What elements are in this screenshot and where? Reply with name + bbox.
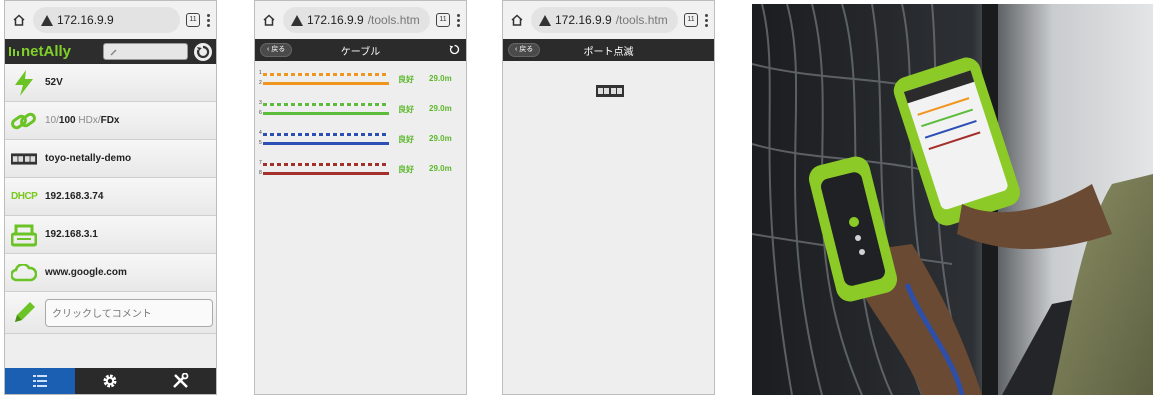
home-icon[interactable] (11, 12, 27, 28)
pencil-icon (110, 48, 117, 56)
tool-header: ‹ 戻る ケーブル (255, 39, 466, 61)
brand-name: netAlly (21, 43, 72, 60)
row-gateway[interactable]: 192.168.3.1 (5, 216, 216, 254)
reload-icon[interactable] (449, 44, 460, 55)
page-title: ポート点滅 (583, 46, 634, 58)
pencil-large-icon (11, 300, 37, 326)
back-button[interactable]: ‹ 戻る (260, 43, 293, 57)
row-internet[interactable]: www.google.com (5, 254, 216, 292)
warning-icon (291, 14, 303, 26)
pair-length: 29.0m (429, 164, 452, 173)
address-field[interactable]: 172.16.9.9/tools.htm (283, 7, 430, 33)
row-dhcp[interactable]: DHCP 192.168.3.74 (5, 178, 216, 216)
link-speed: 10/100 HDx/FDx (45, 115, 120, 126)
url-host: 172.16.9.9 (555, 13, 612, 27)
pair-length: 29.0m (429, 104, 452, 113)
row-poe[interactable]: 52V (5, 64, 216, 102)
lightning-icon (11, 69, 37, 96)
warning-icon (41, 14, 53, 26)
wire-solid (263, 142, 389, 145)
browser-url-bar: 172.16.9.9/tools.htm 11 (503, 1, 714, 39)
cable-pairs: 1 2 良好 29.0m 3 6 良好 29.0m 4 5 良好 29.0m 7 8 良好 29.0m (255, 61, 466, 201)
home-icon[interactable] (261, 12, 277, 28)
wire-striped (263, 73, 389, 76)
menu-kebab-icon[interactable] (206, 13, 210, 27)
pin-number: 6 (259, 110, 262, 116)
refresh-button[interactable] (194, 42, 212, 61)
back-button[interactable]: ‹ 戻る (508, 43, 541, 57)
pin-number: 7 (259, 160, 262, 166)
pair-length: 29.0m (429, 74, 452, 83)
tool-header: ‹ 戻る ポート点滅 (503, 39, 714, 61)
home-icon[interactable] (509, 12, 525, 28)
nav-list-button[interactable] (5, 368, 76, 394)
wire-solid (263, 112, 389, 115)
pin-number: 5 (259, 140, 262, 146)
nav-tools-button[interactable] (146, 368, 216, 394)
wire-solid (263, 172, 389, 175)
search-input[interactable] (103, 43, 188, 60)
back-label: 戻る (519, 46, 534, 53)
switch-icon (11, 146, 37, 172)
back-label: 戻る (271, 46, 286, 53)
phone-screen-status: 172.16.9.9 11 netAlly 52V 10/100 HDx/FDx (4, 0, 217, 395)
url-path: /tools.htm (615, 13, 668, 27)
cloud-icon (11, 260, 37, 286)
list-icon (33, 375, 48, 387)
url-host: 172.16.9.9 (307, 13, 364, 27)
poe-voltage: 52V (45, 77, 63, 88)
row-switch[interactable]: toyo-netally-demo (5, 140, 216, 178)
gateway-ip: 192.168.3.1 (45, 229, 98, 240)
browser-url-bar: 172.16.9.9/tools.htm 11 (255, 1, 466, 39)
tab-switcher-icon[interactable]: 11 (436, 13, 450, 27)
row-comment[interactable]: クリックしてコメント (5, 292, 216, 334)
logo-bars-icon (9, 47, 19, 56)
wire-solid (263, 82, 389, 85)
url-path: /tools.htm (367, 13, 420, 27)
dhcp-ip: 192.168.3.74 (45, 191, 104, 202)
address-field[interactable]: 172.16.9.9 (33, 7, 180, 33)
browser-url-bar: 172.16.9.9 11 (5, 1, 216, 39)
dhcp-label: DHCP (11, 191, 38, 202)
pair-length: 29.0m (429, 134, 452, 143)
wire-striped (263, 163, 389, 166)
refresh-icon (196, 45, 210, 58)
switch-name: toyo-netally-demo (45, 153, 132, 164)
comment-input[interactable]: クリックしてコメント (45, 298, 213, 327)
warning-icon (539, 14, 551, 26)
tools-icon (172, 373, 189, 388)
pair-status: 良好 (398, 135, 414, 144)
link-chain-icon (11, 108, 37, 134)
bottom-nav (5, 368, 216, 394)
url-text: 172.16.9.9 (57, 13, 114, 27)
web-host: www.google.com (45, 267, 127, 278)
gear-icon (103, 374, 117, 388)
pin-number: 2 (259, 80, 262, 86)
switch-blink-icon (596, 85, 624, 97)
pair-status: 良好 (398, 75, 414, 84)
phone-screen-cable: 172.16.9.9/tools.htm 11 ‹ 戻る ケーブル 1 2 良好 29… (254, 0, 467, 395)
pin-number: 4 (259, 130, 262, 136)
menu-kebab-icon[interactable] (456, 13, 460, 27)
menu-kebab-icon[interactable] (704, 13, 708, 27)
nav-settings-button[interactable] (75, 368, 145, 394)
router-icon (11, 222, 37, 248)
pin-number: 8 (259, 170, 262, 176)
address-field[interactable]: 172.16.9.9/tools.htm (531, 7, 678, 33)
netally-header: netAlly (5, 39, 216, 64)
page-title: ケーブル (340, 46, 381, 58)
wire-striped (263, 133, 389, 136)
pin-number: 1 (259, 70, 262, 76)
pin-number: 3 (259, 100, 262, 106)
netally-logo: netAlly (9, 43, 97, 60)
tab-switcher-icon[interactable]: 11 (186, 13, 200, 27)
pair-status: 良好 (398, 105, 414, 114)
row-link-speed[interactable]: 10/100 HDx/FDx (5, 102, 216, 140)
wire-striped (263, 103, 389, 106)
product-photo (752, 4, 1153, 395)
phone-screen-port-blink: 172.16.9.9/tools.htm 11 ‹ 戻る ポート点滅 (502, 0, 715, 395)
pair-status: 良好 (398, 165, 414, 174)
tab-switcher-icon[interactable]: 11 (684, 13, 698, 27)
